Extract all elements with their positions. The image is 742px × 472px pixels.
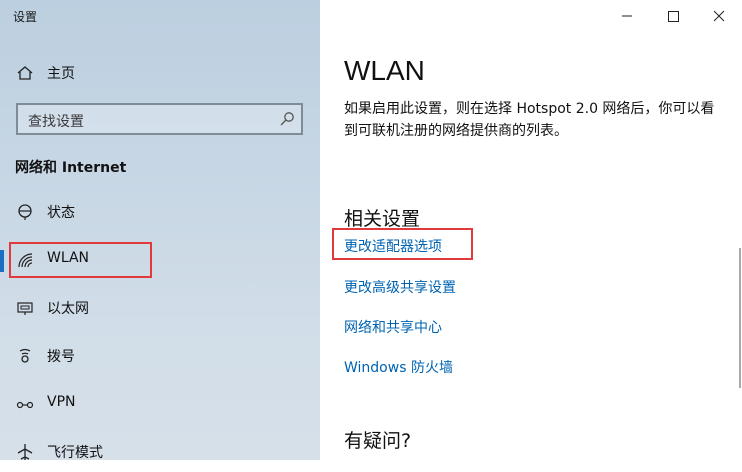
sidebar-item-dialup[interactable]: 拨号 (0, 336, 320, 376)
minimize-button[interactable] (604, 0, 650, 32)
windows-firewall-link[interactable]: Windows 防火墙 (344, 357, 453, 377)
dialup-icon (19, 348, 31, 363)
section-title: 网络和 Internet (15, 160, 127, 176)
home-icon (17, 66, 33, 80)
highlight-box-adapter (332, 228, 473, 260)
scrollbar[interactable] (739, 248, 741, 388)
sidebar-item-label: VPN (47, 394, 76, 410)
sidebar-item-label: 飞行模式 (47, 445, 103, 461)
maximize-button[interactable] (650, 0, 696, 32)
sidebar-item-label: 以太网 (47, 301, 89, 317)
sidebar-item-label: 状态 (47, 205, 75, 221)
sidebar-item-status[interactable]: 状态 (0, 192, 320, 232)
close-button[interactable] (696, 0, 742, 32)
maximize-icon (668, 11, 679, 22)
app-title: 设置 (13, 10, 38, 24)
minimize-icon (622, 15, 632, 17)
close-icon (713, 10, 725, 22)
faq-title: 有疑问? (344, 430, 412, 452)
sidebar-item-vpn[interactable]: VPN (0, 384, 320, 424)
search-icon (280, 112, 294, 126)
related-settings-title: 相关设置 (344, 208, 421, 230)
search-input[interactable]: 查找设置 (16, 103, 303, 135)
nav-home-label: 主页 (47, 66, 75, 82)
status-icon (18, 204, 32, 220)
ethernet-icon (17, 302, 33, 315)
search-placeholder: 查找设置 (28, 114, 84, 130)
nav-home[interactable]: 主页 (0, 53, 320, 93)
highlight-box-wlan (9, 242, 152, 278)
advanced-sharing-settings-link[interactable]: 更改高级共享设置 (344, 277, 456, 297)
vpn-icon (16, 401, 34, 409)
network-sharing-center-link[interactable]: 网络和共享中心 (344, 317, 442, 337)
sidebar-item-airplane[interactable]: 飞行模式 (0, 432, 320, 472)
page-title: WLAN (344, 55, 425, 86)
sidebar-item-ethernet[interactable]: 以太网 (0, 288, 320, 328)
wlan-description: 如果启用此设置，则在选择 Hotspot 2.0 网络后，你可以看到可联机注册的… (344, 101, 715, 139)
airplane-icon (17, 444, 33, 460)
sidebar-item-label: 拨号 (47, 349, 75, 365)
sidebar: 设置 主页 查找设置 网络和 Internet 状态 WLAN 以太网 拨号 V… (0, 0, 320, 461)
